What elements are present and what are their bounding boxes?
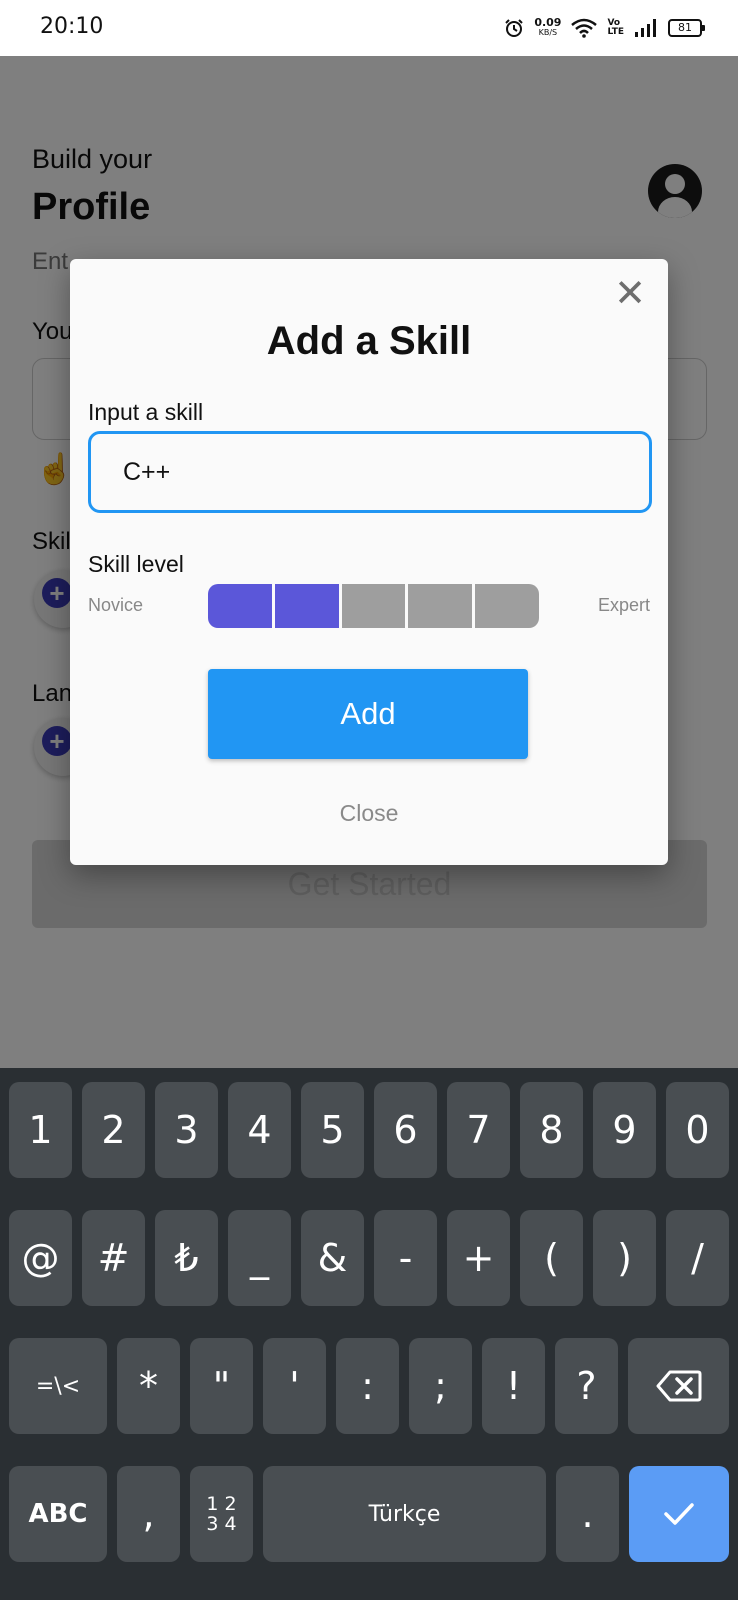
space-key[interactable]: Türkçe <box>263 1466 546 1562</box>
skill-level-segment[interactable] <box>208 584 272 628</box>
key-exclamation[interactable]: ! <box>482 1338 545 1434</box>
key-question[interactable]: ? <box>555 1338 618 1434</box>
key-colon[interactable]: : <box>336 1338 399 1434</box>
skill-level-segment[interactable] <box>408 584 473 628</box>
volte-indicator: Vo LTE <box>607 18 624 37</box>
key-period[interactable]: . <box>556 1466 619 1562</box>
key-8[interactable]: 8 <box>520 1082 583 1178</box>
wifi-icon <box>571 18 598 38</box>
skill-input-label: Input a skill <box>88 399 204 425</box>
skill-level-segment[interactable] <box>341 584 406 628</box>
key-ampersand[interactable]: & <box>301 1210 364 1306</box>
key-single-quote[interactable]: ' <box>263 1338 326 1434</box>
key-4[interactable]: 4 <box>228 1082 291 1178</box>
done-key[interactable] <box>629 1466 729 1562</box>
network-speed: 0.09 KB/S <box>534 16 562 37</box>
dialog-title: Add a Skill <box>266 319 472 363</box>
abc-key[interactable]: ABC <box>9 1466 107 1562</box>
status-icons: 0.09 KB/S Vo LTE 81 <box>504 14 705 42</box>
key-more-symbols[interactable]: =\< <box>9 1338 107 1434</box>
backspace-icon <box>656 1370 701 1402</box>
skill-input[interactable] <box>88 431 652 513</box>
key-underscore[interactable]: _ <box>228 1210 291 1306</box>
key-0[interactable]: 0 <box>666 1082 729 1178</box>
close-button[interactable]: Close <box>70 800 668 827</box>
backspace-key[interactable] <box>628 1338 729 1434</box>
key-comma[interactable]: , <box>117 1466 180 1562</box>
clock: 20:10 <box>40 14 104 39</box>
skill-level-segment[interactable] <box>475 584 539 628</box>
novice-label: Novice <box>88 595 144 615</box>
signal-icon <box>635 19 656 37</box>
soft-keyboard: 1 2 3 4 5 6 7 8 9 0 @ # ₺ _ & - + ( ) / … <box>0 1068 738 1600</box>
key-plus[interactable]: + <box>447 1210 510 1306</box>
key-slash[interactable]: / <box>666 1210 729 1306</box>
status-bar: 20:10 0.09 KB/S Vo LTE 81 <box>0 0 738 56</box>
key-minus[interactable]: - <box>374 1210 437 1306</box>
skill-level-label: Skill level <box>88 551 184 577</box>
key-5[interactable]: 5 <box>301 1082 364 1178</box>
numpad-key[interactable]: 1 2 3 4 <box>190 1466 253 1562</box>
battery-icon: 81 <box>668 19 705 37</box>
key-7[interactable]: 7 <box>447 1082 510 1178</box>
key-6[interactable]: 6 <box>374 1082 437 1178</box>
add-button[interactable]: Add <box>208 669 528 759</box>
skill-level-segment[interactable] <box>274 584 339 628</box>
key-open-paren[interactable]: ( <box>520 1210 583 1306</box>
key-hash[interactable]: # <box>82 1210 145 1306</box>
key-double-quote[interactable]: " <box>190 1338 253 1434</box>
key-asterisk[interactable]: * <box>117 1338 180 1434</box>
checkmark-icon <box>664 1503 694 1525</box>
expert-label: Expert <box>597 595 650 615</box>
alarm-icon <box>505 19 524 37</box>
skill-level-selector[interactable] <box>208 584 539 628</box>
key-close-paren[interactable]: ) <box>593 1210 656 1306</box>
key-3[interactable]: 3 <box>155 1082 218 1178</box>
close-icon[interactable]: ✕ <box>610 273 650 313</box>
key-lira[interactable]: ₺ <box>155 1210 218 1306</box>
key-semicolon[interactable]: ; <box>409 1338 472 1434</box>
key-9[interactable]: 9 <box>593 1082 656 1178</box>
add-skill-dialog: ✕ Add a Skill Input a skill Skill level … <box>70 259 668 865</box>
key-2[interactable]: 2 <box>82 1082 145 1178</box>
key-1[interactable]: 1 <box>9 1082 72 1178</box>
key-at[interactable]: @ <box>9 1210 72 1306</box>
